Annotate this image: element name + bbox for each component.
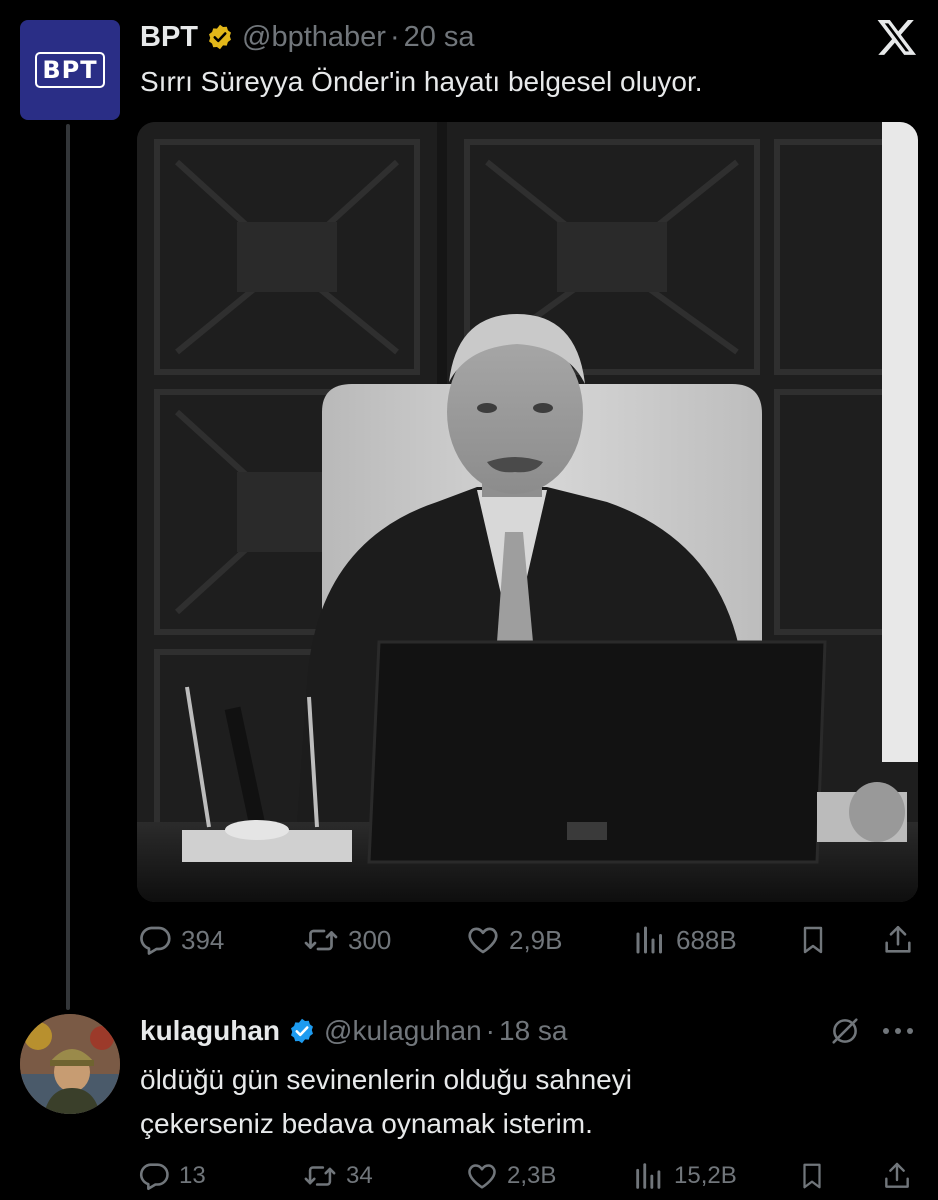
views-button[interactable]: 688B [632, 922, 737, 958]
tweet1-text: Sırrı Süreyya Önder'in hayatı belgesel o… [140, 66, 703, 97]
share-button[interactable] [881, 1159, 913, 1193]
reply-button[interactable]: 13 [137, 1159, 206, 1193]
tweet1-author-name[interactable]: BPT [140, 21, 198, 54]
retweet-icon [304, 1166, 336, 1186]
verified-blue-badge-icon[interactable] [288, 1017, 316, 1045]
share-icon [885, 925, 911, 953]
tweet1-separator: · [389, 20, 400, 53]
more-icon[interactable] [880, 1024, 916, 1043]
reply-icon [139, 1163, 169, 1191]
tweet2-author-name[interactable]: kulaguhan [140, 1015, 280, 1047]
bookmark-icon [803, 1163, 821, 1189]
verified-gold-badge-icon[interactable] [206, 23, 234, 51]
bpt-logo: BPT [35, 52, 105, 88]
bookmark-button[interactable] [797, 922, 829, 958]
reply-button[interactable]: 394 [137, 922, 224, 958]
reply-count: 394 [181, 924, 225, 955]
tweet1-header: BPT @bpthaber · 20 sa [140, 18, 475, 56]
tweet2-header: kulaguhan @kulaguhan · 18 sa [140, 1012, 568, 1050]
like-count: 2,3B [507, 1162, 557, 1189]
tweet1-action-bar: 394 300 2,9B 688B [137, 918, 918, 962]
like-button[interactable]: 2,9B [465, 922, 563, 958]
grok-icon[interactable] [828, 1014, 862, 1053]
bookmark-button[interactable] [797, 1159, 827, 1193]
retweet-button[interactable]: 34 [302, 1159, 373, 1193]
views-count: 688B [676, 924, 737, 955]
tweet1-photo[interactable] [137, 122, 918, 902]
tweet2-action-bar: 13 34 2,3B 15,2B [137, 1156, 918, 1196]
tweet2-text-line1: öldüğü gün sevinenlerin olduğu sahneyi [140, 1064, 632, 1095]
views-icon [636, 926, 662, 954]
retweet-button[interactable]: 300 [302, 922, 391, 958]
x-logo-icon[interactable] [876, 16, 918, 58]
heart-icon [468, 927, 498, 954]
tweet1-handle[interactable]: @bpthaber [242, 21, 386, 54]
tweet1-time[interactable]: 20 sa [404, 21, 475, 54]
retweet-icon [304, 929, 338, 951]
tweet2-handle[interactable]: @kulaguhan [324, 1015, 482, 1047]
retweet-count: 300 [348, 924, 392, 955]
tweet2-time[interactable]: 18 sa [499, 1015, 568, 1047]
tweet2-separator: · [485, 1015, 495, 1046]
reply-count: 13 [179, 1162, 206, 1189]
retweet-count: 34 [346, 1162, 373, 1189]
bookmark-icon [803, 926, 823, 954]
heart-icon [468, 1164, 496, 1189]
like-button[interactable]: 2,3B [465, 1159, 556, 1193]
tweet2-text: öldüğü gün sevinenlerin olduğu sahneyi ç… [140, 1058, 632, 1146]
share-button[interactable] [881, 922, 915, 958]
views-icon [636, 1163, 661, 1189]
views-button[interactable]: 15,2B [632, 1159, 737, 1193]
like-count: 2,9B [509, 924, 563, 955]
bpt-avatar[interactable]: BPT [20, 20, 120, 120]
reply-icon [140, 926, 171, 955]
views-count: 15,2B [674, 1162, 737, 1189]
kulaguhan-avatar[interactable] [20, 1014, 120, 1114]
thread-connector-line [66, 124, 70, 1010]
tweet2-text-line2: çekerseniz bedava oynamak isterim. [140, 1108, 593, 1139]
share-icon [885, 1162, 909, 1188]
